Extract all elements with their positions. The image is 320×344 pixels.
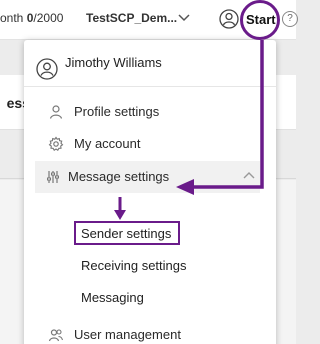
menu-item-profile-settings[interactable]: Profile settings	[24, 97, 276, 127]
submenu-item-messaging[interactable]: Messaging	[81, 290, 144, 305]
menu-item-label: Profile settings	[74, 104, 160, 119]
submenu-item-receiving-settings[interactable]: Receiving settings	[81, 258, 187, 273]
menu-item-label: Message settings	[68, 169, 170, 184]
menu-item-my-account[interactable]: My account	[24, 129, 276, 159]
users-icon	[48, 329, 64, 342]
monthly-usage: onth 0/2000	[0, 11, 64, 25]
help-icon[interactable]: ?	[282, 11, 298, 27]
user-avatar-icon	[36, 58, 58, 80]
user-avatar-icon[interactable]	[219, 9, 239, 29]
menu-item-label: User management	[74, 327, 181, 342]
submenu-item-label: Sender settings	[81, 226, 172, 241]
tenant-selector[interactable]: TestSCP_Dem...	[86, 11, 177, 25]
annotation-circle	[240, 0, 280, 40]
menu-user-header: Jimothy Williams	[24, 40, 276, 86]
sliders-icon	[47, 171, 59, 183]
person-icon	[49, 105, 63, 119]
user-dropdown-menu: Jimothy Williams Profile settings My acc…	[24, 40, 276, 344]
menu-item-message-settings[interactable]: Message settings	[35, 161, 260, 193]
gear-icon	[48, 136, 64, 151]
chevron-up-icon[interactable]	[243, 171, 255, 179]
submenu-item-sender-settings[interactable]: Sender settings	[74, 221, 180, 245]
chevron-down-icon[interactable]	[178, 14, 190, 22]
menu-item-label: My account	[74, 136, 141, 151]
divider	[24, 86, 276, 87]
menu-item-user-management[interactable]: User management	[24, 320, 276, 344]
user-name: Jimothy Williams	[65, 55, 162, 70]
